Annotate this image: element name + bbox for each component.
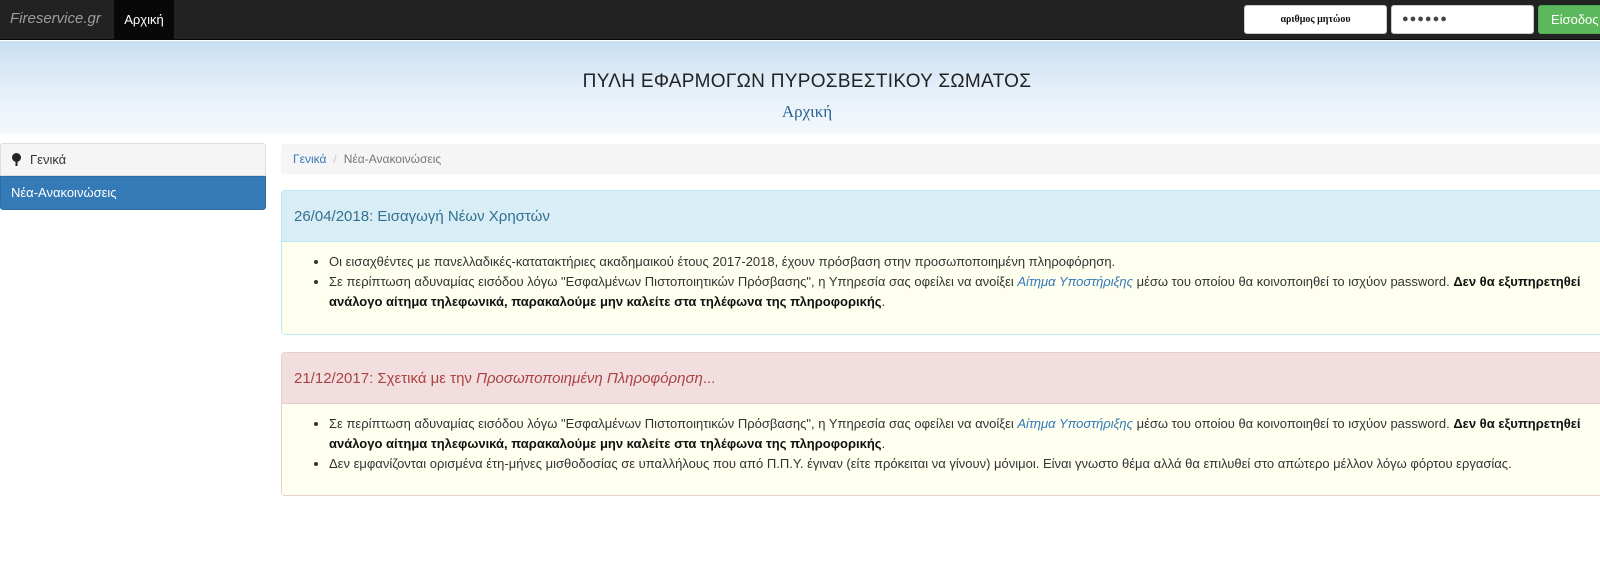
heading-emphasis: Προσωποποιημένη Πληροφόρηση (476, 370, 703, 387)
sidebar-item-announcements[interactable]: Νέα-Ανακοινώσεις (0, 176, 266, 210)
breadcrumb-link-general[interactable]: Γενικά (293, 152, 326, 166)
announcement-body: Οι εισαχθέντες με πανελλαδικές-κατατακτή… (282, 242, 1600, 334)
brand-logo[interactable]: Fireservice.gr (10, 10, 101, 27)
page-subtitle: Αρχική (781, 102, 833, 121)
username-input[interactable]: αριθμος μητώου (1244, 5, 1387, 34)
bullet-text: Σε περίπτωση αδυναμίας εισόδου λόγω "Εσφ… (329, 416, 1018, 431)
list-item: Οι εισαχθέντες με πανελλαδικές-κατατακτή… (329, 252, 1598, 272)
heading-text: ... (702, 370, 716, 387)
list-item: Σε περίπτωση αδυναμίας εισόδου λόγω "Εσφ… (329, 272, 1598, 312)
announcement-panel-new-users: 26/04/2018: Εισαγωγή Νέων Χρηστών Οι εισ… (281, 190, 1600, 335)
bullet-text: . (881, 294, 886, 309)
support-request-link[interactable]: Αίτημα Υποστήριξης (1017, 416, 1133, 431)
nav-home-link[interactable]: Αρχική (114, 0, 174, 40)
password-input[interactable]: ●●●●●● (1391, 5, 1534, 34)
bullet-text: μέσω του οποίου θα κοινοποιηθεί το ισχύο… (1132, 416, 1454, 431)
bullet-text: . (881, 436, 886, 451)
breadcrumb-separator: / (333, 152, 337, 166)
sidebar-item-label: Νέα-Ανακοινώσεις (11, 185, 117, 200)
tree-icon (12, 152, 21, 166)
list-item: Σε περίπτωση αδυναμίας εισόδου λόγω "Εσφ… (329, 414, 1598, 454)
breadcrumb-current: Νέα-Ανακοινώσεις (343, 152, 442, 166)
login-button[interactable]: Είσοδος (1538, 5, 1600, 34)
bullet-text: μέσω του οποίου θα κοινοποιηθεί το ισχύο… (1132, 274, 1454, 289)
heading-text: 21/12/2017: Σχετικά με την (294, 370, 477, 387)
announcement-panel-personal-info: 21/12/2017: Σχετικά με την Προσωποποιημέ… (281, 352, 1600, 496)
announcement-heading: 21/12/2017: Σχετικά με την Προσωποποιημέ… (282, 353, 1600, 404)
announcement-body: Σε περίπτωση αδυναμίας εισόδου λόγω "Εσφ… (282, 404, 1600, 495)
announcement-heading: 26/04/2018: Εισαγωγή Νέων Χρηστών (282, 191, 1600, 242)
top-navbar: Fireservice.gr Αρχική αριθμος μητώου ●●●… (0, 0, 1600, 40)
portal-title: ΠΥΛΗ ΕΦΑΡΜΟΓΩΝ ΠΥΡΟΣΒΕΣΤΙΚΟΥ ΣΩΜΑΤΟΣ (582, 71, 1032, 92)
support-request-link[interactable]: Αίτημα Υποστήριξης (1017, 274, 1133, 289)
page-header: ΠΥΛΗ ΕΦΑΡΜΟΓΩΝ ΠΥΡΟΣΒΕΣΤΙΚΟΥ ΣΩΜΑΤΟΣ Αρχ… (0, 41, 1600, 134)
sidebar-item-general[interactable]: Γενικά (0, 143, 266, 176)
breadcrumb: Γενικά / Νέα-Ανακοινώσεις (281, 144, 1600, 174)
bullet-text: Σε περίπτωση αδυναμίας εισόδου λόγω "Εσφ… (329, 274, 1018, 289)
sidebar-item-label: Γενικά (30, 152, 67, 167)
list-item: Δεν εμφανίζονται ορισμένα έτη-μήνες μισθ… (329, 454, 1598, 474)
